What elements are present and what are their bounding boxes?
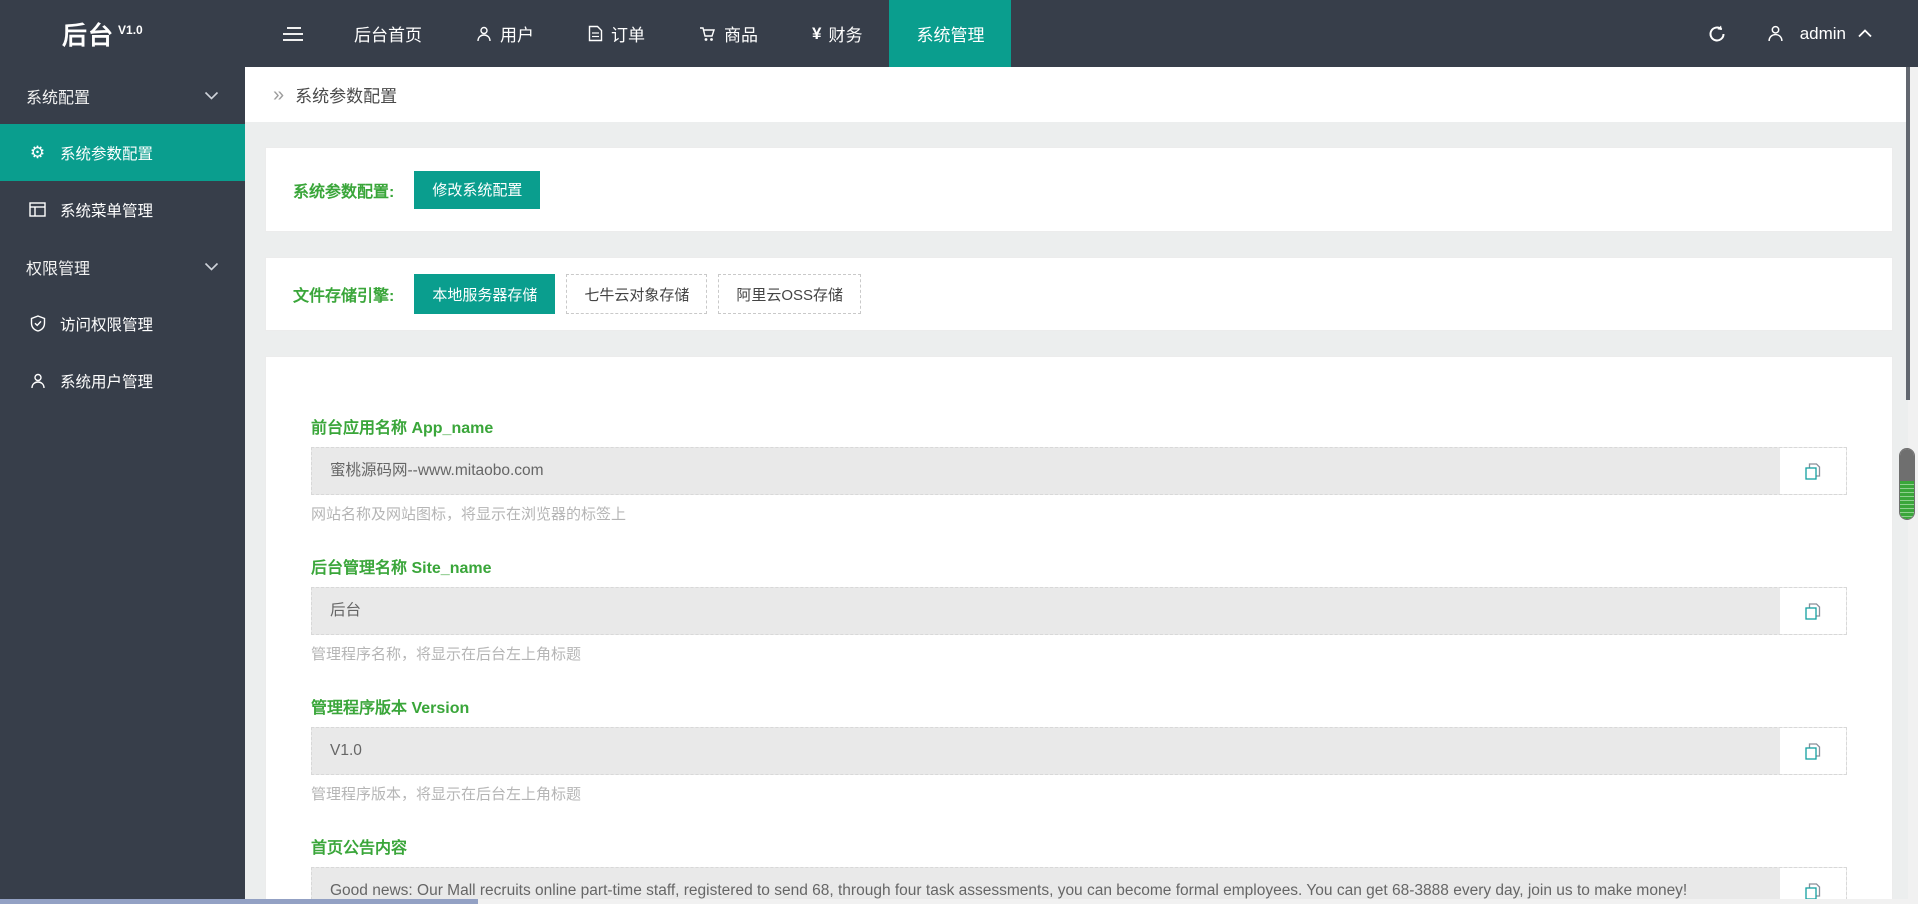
sidebar-item-system-users[interactable]: 系统用户管理 bbox=[0, 352, 245, 409]
gear-icon: ⚙ bbox=[29, 143, 46, 162]
app-version: V1.0 bbox=[118, 22, 143, 37]
nav-item-label: 用户 bbox=[500, 26, 534, 45]
field-hint: 网站名称及网站图标，将显示在浏览器的标签上 bbox=[311, 506, 627, 523]
nav-item-dashboard[interactable]: 后台首页 bbox=[327, 0, 449, 67]
document-icon bbox=[588, 25, 603, 42]
nav-item-label: 商品 bbox=[724, 26, 758, 45]
person-icon bbox=[28, 373, 47, 389]
hamburger-icon[interactable] bbox=[283, 23, 305, 45]
nav-item-orders[interactable]: 订单 bbox=[561, 0, 672, 67]
nav-item-system[interactable]: 系统管理 bbox=[889, 0, 1012, 67]
nav-item-label: 订单 bbox=[611, 26, 645, 45]
chevron-up-icon bbox=[1858, 29, 1872, 38]
chevron-down-icon bbox=[204, 91, 219, 100]
system-config-label: 系统参数配置: bbox=[293, 183, 395, 201]
breadcrumb: » 系统参数配置 bbox=[245, 67, 1918, 122]
field-label: 前台应用名称 App_name bbox=[311, 420, 494, 437]
input-value[interactable]: 后台 bbox=[312, 588, 1780, 634]
main-nav: 后台首页 用户 订单 商品 ¥ 财务 系统管理 bbox=[327, 0, 1012, 67]
form-field-home-announcement: 首页公告内容 Good news: Our Mall recruits onli… bbox=[311, 834, 1847, 904]
app-logo-text: 后台 bbox=[62, 21, 115, 50]
main-content: » 系统参数配置 系统参数配置: 修改系统配置 文件存储引擎: 本地服务器存储 … bbox=[245, 67, 1918, 904]
nav-item-finance[interactable]: ¥ 财务 bbox=[785, 0, 889, 67]
copy-button[interactable] bbox=[1780, 448, 1846, 494]
username: admin bbox=[1799, 23, 1846, 43]
form-field-app-name: 前台应用名称 App_name 蜜桃源码网--www.mitaobo.com 网… bbox=[311, 414, 1847, 524]
sidebar-group-system-config[interactable]: 系统配置 bbox=[0, 67, 245, 124]
menu-panel-icon bbox=[28, 202, 47, 217]
navbar-right: admin bbox=[1707, 24, 1918, 44]
input-value[interactable]: 蜜桃源码网--www.mitaobo.com bbox=[312, 448, 1780, 494]
app-logo: 后台 V1.0 bbox=[0, 16, 245, 52]
field-label: 首页公告内容 bbox=[311, 840, 408, 857]
shield-check-icon bbox=[28, 315, 47, 332]
cart-icon bbox=[699, 26, 716, 42]
storage-engine-card: 文件存储引擎: 本地服务器存储 七牛云对象存储 阿里云OSS存储 bbox=[265, 257, 1893, 331]
sidebar-item-label: 系统参数配置 bbox=[60, 145, 154, 163]
form-field-site-name: 后台管理名称 Site_name 后台 管理程序名称，将显示在后台左上角标题 bbox=[311, 554, 1847, 664]
page-title: 系统参数配置 bbox=[295, 87, 398, 106]
refresh-icon[interactable] bbox=[1707, 24, 1727, 44]
site-name-input[interactable]: 后台 bbox=[311, 587, 1847, 635]
nav-item-label: 系统管理 bbox=[916, 26, 985, 45]
horizontal-scrollbar-thumb[interactable] bbox=[0, 899, 478, 904]
sidebar-item-label: 系统用户管理 bbox=[60, 373, 154, 391]
top-navbar: 后台 V1.0 后台首页 用户 订单 商品 ¥ 财务 系统管理 admin bbox=[0, 0, 1918, 67]
copy-button[interactable] bbox=[1780, 588, 1846, 634]
field-hint: 管理程序版本，将显示在后台左上角标题 bbox=[311, 786, 582, 803]
nav-item-users[interactable]: 用户 bbox=[449, 0, 561, 67]
sidebar-group-label: 权限管理 bbox=[26, 260, 91, 278]
copy-icon bbox=[1805, 462, 1821, 480]
sidebar-item-access-permission[interactable]: 访问权限管理 bbox=[0, 295, 245, 352]
sidebar: 系统配置 ⚙ 系统参数配置 系统菜单管理 权限管理 访问权限管理 系统用户管理 bbox=[0, 67, 245, 904]
yen-icon: ¥ bbox=[812, 23, 822, 43]
copy-icon bbox=[1805, 882, 1821, 900]
copy-icon bbox=[1805, 742, 1821, 760]
sidebar-item-label: 访问权限管理 bbox=[60, 316, 154, 334]
nav-item-label: 后台首页 bbox=[354, 26, 422, 45]
person-icon bbox=[476, 26, 492, 42]
sidebar-group-permissions[interactable]: 权限管理 bbox=[0, 238, 245, 295]
inner-scrollbar-thumb[interactable] bbox=[1899, 448, 1915, 520]
field-hint: 管理程序名称，将显示在后台左上角标题 bbox=[311, 646, 582, 663]
sidebar-item-system-params[interactable]: ⚙ 系统参数配置 bbox=[0, 124, 245, 181]
person-icon bbox=[1767, 25, 1784, 42]
form-field-version: 管理程序版本 Version V1.0 管理程序版本，将显示在后台左上角标题 bbox=[311, 694, 1847, 804]
sidebar-group-label: 系统配置 bbox=[26, 89, 91, 107]
input-value[interactable]: V1.0 bbox=[312, 728, 1780, 774]
sidebar-item-label: 系统菜单管理 bbox=[60, 202, 154, 220]
params-form-card: 前台应用名称 App_name 蜜桃源码网--www.mitaobo.com 网… bbox=[265, 356, 1893, 904]
field-label: 管理程序版本 Version bbox=[311, 700, 470, 717]
app-name-input[interactable]: 蜜桃源码网--www.mitaobo.com bbox=[311, 447, 1847, 495]
copy-button[interactable] bbox=[1780, 728, 1846, 774]
modify-system-config-button[interactable]: 修改系统配置 bbox=[414, 170, 541, 209]
copy-icon bbox=[1805, 602, 1821, 620]
nav-item-goods[interactable]: 商品 bbox=[672, 0, 785, 67]
storage-option-qiniu-button[interactable]: 七牛云对象存储 bbox=[566, 274, 708, 314]
vertical-scrollbar-thumb[interactable] bbox=[1906, 67, 1910, 400]
storage-option-local-button[interactable]: 本地服务器存储 bbox=[414, 274, 556, 314]
system-config-card: 系统参数配置: 修改系统配置 bbox=[265, 147, 1893, 232]
user-menu[interactable]: admin bbox=[1767, 24, 1872, 44]
nav-item-label: 财务 bbox=[828, 26, 863, 45]
storage-option-alioss-button[interactable]: 阿里云OSS存储 bbox=[718, 274, 862, 314]
storage-engine-label: 文件存储引擎: bbox=[293, 288, 395, 305]
field-label: 后台管理名称 Site_name bbox=[311, 560, 492, 577]
version-input[interactable]: V1.0 bbox=[311, 727, 1847, 775]
chevron-down-icon bbox=[204, 262, 219, 271]
double-chevron-icon: » bbox=[273, 83, 285, 106]
sidebar-item-system-menus[interactable]: 系统菜单管理 bbox=[0, 181, 245, 238]
